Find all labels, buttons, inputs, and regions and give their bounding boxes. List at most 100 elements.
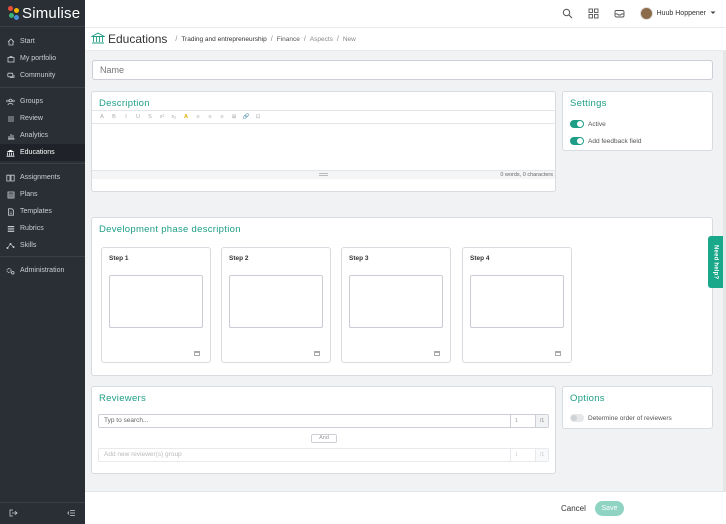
feedback-field-toggle[interactable]: [570, 137, 584, 145]
description-editor[interactable]: [92, 124, 555, 170]
superscript-button[interactable]: x²: [158, 114, 166, 120]
step-2-textarea[interactable]: [229, 275, 323, 328]
institution-icon: [6, 148, 15, 157]
active-toggle[interactable]: [570, 120, 584, 128]
sidebar-item-label: Analytics: [20, 132, 49, 139]
sidebar-item-administration[interactable]: Administration: [0, 262, 85, 279]
cancel-button[interactable]: Cancel: [561, 504, 586, 513]
order-reviewers-toggle-row[interactable]: Determine order of reviewers: [570, 414, 672, 422]
sidebar-footer: [0, 502, 85, 524]
briefcase-icon: [6, 54, 15, 63]
rows-icon: [6, 224, 15, 233]
sidebar-item-my-portfolio[interactable]: My portfolio: [0, 50, 85, 67]
panel-title: Description: [99, 98, 150, 109]
reviewer-count-field[interactable]: 1: [510, 415, 535, 427]
sidebar-item-groups[interactable]: Groups: [0, 93, 85, 110]
graph-icon: [6, 241, 15, 250]
breadcrumb-item[interactable]: Trading and entrepreneurship: [181, 36, 266, 43]
description-panel: Description A B I U S x² x₂ A ≡ ≡ ≡ ⊞ 🔗 …: [91, 91, 556, 192]
home-icon: [6, 37, 15, 46]
nav-divider: [0, 256, 85, 257]
underline-button[interactable]: U: [134, 114, 142, 120]
sidebar-item-skills[interactable]: Skills: [0, 237, 85, 254]
save-button[interactable]: Save: [595, 501, 624, 516]
sidebar-item-label: Groups: [20, 98, 43, 105]
breadcrumb-item[interactable]: Finance: [277, 36, 300, 43]
breadcrumb-item[interactable]: Aspects: [310, 36, 333, 43]
feedback-toggle-row[interactable]: Add feedback field: [570, 137, 641, 145]
settings-panel: Settings Active Add feedback field: [562, 91, 713, 151]
table-button[interactable]: ⊞: [230, 114, 238, 120]
italic-button[interactable]: I: [122, 114, 130, 120]
need-help-tab[interactable]: Need help?: [708, 236, 723, 288]
sidebar-item-assignments[interactable]: Assignments: [0, 169, 85, 186]
calendar-icon[interactable]: [194, 351, 200, 356]
editor-status-bar: 0 words, 0 characters: [92, 170, 555, 179]
book-icon: [6, 173, 15, 182]
nav-divider: [0, 87, 85, 88]
page-title[interactable]: Educations: [108, 32, 167, 46]
calendar-icon[interactable]: [434, 351, 440, 356]
grid-icon: [6, 190, 15, 199]
sidebar-item-community[interactable]: Community: [0, 67, 85, 84]
logout-icon[interactable]: [9, 509, 18, 519]
step-4-textarea[interactable]: [470, 275, 564, 328]
add-reviewer-group[interactable]: Add new reviewer(s) group 1 /1: [98, 448, 549, 462]
breadcrumb-separator: /: [270, 35, 273, 43]
nav-divider: [0, 163, 85, 164]
link-button[interactable]: 🔗: [242, 114, 250, 120]
reviewers-panel: Reviewers Typ to search... 1 /1 And Add …: [91, 386, 556, 474]
strikethrough-button[interactable]: S: [146, 114, 154, 120]
sidebar-item-analytics[interactable]: Analytics: [0, 127, 85, 144]
bullet-list-button[interactable]: ≡: [194, 114, 202, 120]
sidebar-item-templates[interactable]: Templates: [0, 203, 85, 220]
step-card: Step 4: [462, 247, 572, 363]
sidebar-item-rubrics[interactable]: Rubrics: [0, 220, 85, 237]
sidebar-item-label: Rubrics: [20, 225, 44, 232]
calendar-icon[interactable]: [555, 351, 561, 356]
chat-icon: [6, 71, 15, 80]
format-style-button[interactable]: A: [98, 114, 106, 120]
main-content: Description A B I U S x² x₂ A ≡ ≡ ≡ ⊞ 🔗 …: [85, 51, 726, 491]
image-button[interactable]: ⊡: [254, 114, 262, 120]
active-toggle-row[interactable]: Active: [570, 120, 606, 128]
numbered-list-button[interactable]: ≡: [206, 114, 214, 120]
reviewer-search-input[interactable]: Typ to search...: [99, 415, 510, 427]
sidebar-item-plans[interactable]: Plans: [0, 186, 85, 203]
bar-chart-icon: [6, 131, 15, 140]
calendar-icon[interactable]: [314, 351, 320, 356]
resize-grip-icon[interactable]: [319, 173, 328, 176]
bold-button[interactable]: B: [110, 114, 118, 120]
order-reviewers-toggle[interactable]: [570, 414, 584, 422]
text-color-button[interactable]: A: [182, 114, 190, 120]
align-button[interactable]: ≡: [218, 114, 226, 120]
group-count-suffix: /1: [535, 449, 548, 461]
and-button[interactable]: And: [311, 434, 337, 443]
list-icon: [6, 114, 15, 123]
add-group-input[interactable]: Add new reviewer(s) group: [99, 449, 510, 461]
logo[interactable]: Simulise: [0, 0, 85, 27]
apps-grid-icon[interactable]: [588, 8, 600, 20]
name-input[interactable]: [92, 60, 713, 80]
sidebar-item-label: Skills: [20, 242, 37, 249]
subscript-button[interactable]: x₂: [170, 114, 178, 120]
step-card: Step 3: [341, 247, 451, 363]
step-3-textarea[interactable]: [349, 275, 443, 328]
brand-name: Simulise: [22, 4, 81, 22]
group-count-field[interactable]: 1: [510, 449, 535, 461]
step-title: Step 2: [229, 255, 249, 262]
step-1-textarea[interactable]: [109, 275, 203, 328]
inbox-icon[interactable]: [614, 8, 626, 20]
toggle-label: Active: [588, 120, 606, 128]
reviewer-search[interactable]: Typ to search... 1 /1: [98, 414, 549, 428]
sidebar-item-educations[interactable]: Educations: [0, 144, 85, 161]
chevron-down-icon: [710, 10, 716, 17]
sidebar-item-label: Community: [20, 72, 56, 79]
user-menu[interactable]: Huub Hoppener: [639, 7, 716, 20]
search-icon[interactable]: [562, 8, 574, 20]
collapse-sidebar-icon[interactable]: [67, 509, 76, 519]
sidebar-item-review[interactable]: Review: [0, 110, 85, 127]
nav-group-2: Groups Review Analytics Educations: [0, 93, 85, 161]
file-icon: [6, 207, 15, 216]
sidebar-item-start[interactable]: Start: [0, 33, 85, 50]
